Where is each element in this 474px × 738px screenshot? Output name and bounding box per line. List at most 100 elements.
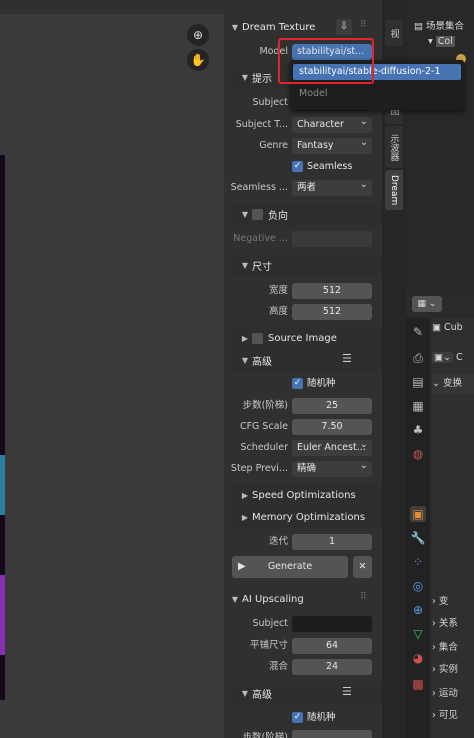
chevron-down-icon: ▼	[241, 72, 249, 82]
width-field[interactable]: 512	[292, 283, 372, 299]
object-icon: ▣	[432, 322, 444, 333]
modifier-wrench-icon[interactable]: 🔧	[410, 530, 426, 546]
output-icon[interactable]: ▤	[410, 374, 426, 390]
transform-section[interactable]: ⌄ 变换	[432, 374, 474, 394]
play-icon: ▶	[238, 561, 246, 572]
tile-size-label: 平铺尺寸	[249, 640, 288, 651]
outliner: ▤ 场景集合 ▾ Col	[406, 0, 474, 290]
chevron-right-icon: ›	[432, 710, 439, 721]
height-field[interactable]: 512	[292, 304, 372, 320]
physics-icon[interactable]: ◎	[410, 578, 426, 594]
zoom-icon[interactable]: ⊕	[187, 24, 209, 46]
upscale-random-seed-checkbox[interactable]: ✓	[292, 712, 303, 723]
source-image-subpanel-header[interactable]: ▶ Source Image	[232, 327, 382, 349]
scheduler-select[interactable]: Euler Ancest...	[292, 440, 372, 456]
upscale-steps-row: 步数(阶梯)	[224, 728, 382, 738]
genre-label: Genre	[259, 140, 288, 151]
preset-list-icon[interactable]: ☰	[342, 685, 352, 698]
material-icon[interactable]: ◕	[410, 650, 426, 666]
advanced-subpanel-header[interactable]: ▼ 高级 ☰	[232, 349, 382, 371]
upscale-random-seed-label: 随机种	[307, 712, 336, 723]
width-row: 宽度 512	[224, 281, 382, 301]
dropdown-hint: Model	[299, 88, 328, 99]
generate-button[interactable]: ▶ Generate	[232, 556, 348, 578]
transform-label: 变换	[442, 378, 462, 389]
pan-hand-icon[interactable]: ✋	[187, 49, 209, 71]
advanced-label: 高级	[252, 356, 272, 368]
object-data-icon[interactable]: ▽	[410, 626, 426, 642]
subject-type-select[interactable]: Character	[292, 117, 372, 133]
upscale-steps-field[interactable]	[292, 730, 372, 738]
chevron-down-icon: ▾	[428, 36, 436, 47]
cfg-label: CFG Scale	[239, 421, 288, 432]
ai-upscaling-panel-header[interactable]: ▼ AI Upscaling ⠿	[224, 588, 382, 610]
source-image-checkbox[interactable]	[252, 332, 263, 344]
chevron-down-icon: ▼	[241, 209, 249, 219]
motion-paths-section[interactable]: › 运动	[432, 684, 474, 704]
collections-section[interactable]: › 集合	[432, 638, 474, 658]
seamless-checkbox[interactable]: ✓	[292, 161, 303, 172]
tab-dream[interactable]: Dream	[385, 170, 403, 210]
generate-label: Generate	[267, 561, 313, 572]
negative-checkbox[interactable]	[252, 208, 263, 220]
iterations-field[interactable]: 1	[292, 534, 372, 550]
scene-collection-label: 场景集合	[426, 21, 465, 32]
relations-section[interactable]: › 关系	[432, 614, 474, 634]
steps-field[interactable]: 25	[292, 398, 372, 414]
iterations-label: 迭代	[268, 536, 288, 547]
preset-list-icon[interactable]: ☰	[342, 352, 352, 365]
tile-size-field[interactable]: 64	[292, 638, 372, 654]
negative-prompt-row: Negative ...	[224, 229, 382, 249]
cancel-generate-button[interactable]: ✕	[353, 556, 372, 578]
world-icon[interactable]: ◍	[410, 446, 426, 462]
particles-icon[interactable]: ⁘	[410, 554, 426, 570]
visibility-section[interactable]: › 可见	[432, 706, 474, 726]
texture-icon[interactable]: ▩	[410, 676, 426, 692]
genre-select[interactable]: Fantasy	[292, 138, 372, 154]
object-datablock-icon: ▣⌄	[432, 352, 453, 363]
prompt-label: 提示	[252, 73, 272, 85]
object-name-row[interactable]: ▣ Cub	[432, 318, 474, 338]
upscale-subject-input[interactable]	[292, 616, 372, 632]
dream-texture-panel-header[interactable]: ▼ Dream Texture ⇩ ⠿	[224, 16, 382, 38]
size-subpanel-header[interactable]: ▼ 尺寸	[232, 254, 382, 276]
scheduler-label: Scheduler	[240, 442, 288, 453]
blend-field[interactable]: 24	[292, 659, 372, 675]
negative-subpanel-header[interactable]: ▼ 负向	[232, 203, 382, 225]
constraints-icon[interactable]: ⊕	[410, 602, 426, 618]
seamless-axes-select[interactable]: 两者	[292, 180, 372, 196]
download-icon[interactable]: ⇩	[336, 19, 352, 35]
tab-scopes[interactable]: 示波器	[385, 126, 403, 168]
negative-prompt-input[interactable]	[292, 231, 372, 247]
steps-row: 步数(阶梯) 25	[224, 396, 382, 416]
object-datablock-row[interactable]: ▣⌄ C	[432, 348, 474, 368]
chevron-right-icon: ›	[432, 596, 439, 607]
collection-label: Col	[435, 36, 455, 47]
instancing-section[interactable]: › 实例	[432, 660, 474, 680]
random-seed-checkbox[interactable]: ✓	[292, 378, 303, 389]
step-preview-select[interactable]: 精确	[292, 461, 372, 477]
scene-collection-row[interactable]: ▤ 场景集合	[414, 18, 464, 32]
highlight-annotation-box	[278, 38, 374, 84]
tab-view[interactable]: 视	[385, 20, 403, 46]
render-icon[interactable]: ⎙	[410, 350, 426, 366]
scene-icon[interactable]: ♣	[410, 422, 426, 438]
upscale-subject-label: Subject	[252, 618, 288, 629]
viewport-3d[interactable]: ◐ ⊕ ✋	[0, 0, 302, 738]
subject-type-label: Subject T...	[235, 119, 288, 130]
drag-handle-icon[interactable]: ⠿	[360, 20, 368, 30]
drag-handle-icon[interactable]: ⠿	[360, 592, 368, 602]
negative-prompt-label: Negative ...	[233, 233, 288, 244]
delta-transform-section[interactable]: › 变	[432, 592, 474, 612]
memory-opt-subpanel-header[interactable]: ▶ Memory Optimizations	[232, 506, 382, 528]
collection-row[interactable]: ▾ Col	[428, 36, 455, 47]
tool-icon[interactable]: ✎	[410, 324, 426, 340]
speed-opt-subpanel-header[interactable]: ▶ Speed Optimizations	[232, 484, 382, 506]
upscale-advanced-subpanel-header[interactable]: ▼ 高级 ☰	[232, 682, 382, 704]
editor-type-icon[interactable]: ▦ ⌄	[412, 296, 442, 312]
view-layer-icon[interactable]: ▦	[410, 398, 426, 414]
blend-row: 混合 24	[224, 657, 382, 677]
chevron-right-icon: ▶	[241, 333, 249, 343]
object-properties-icon[interactable]: ▣	[410, 506, 426, 522]
cfg-field[interactable]: 7.50	[292, 419, 372, 435]
